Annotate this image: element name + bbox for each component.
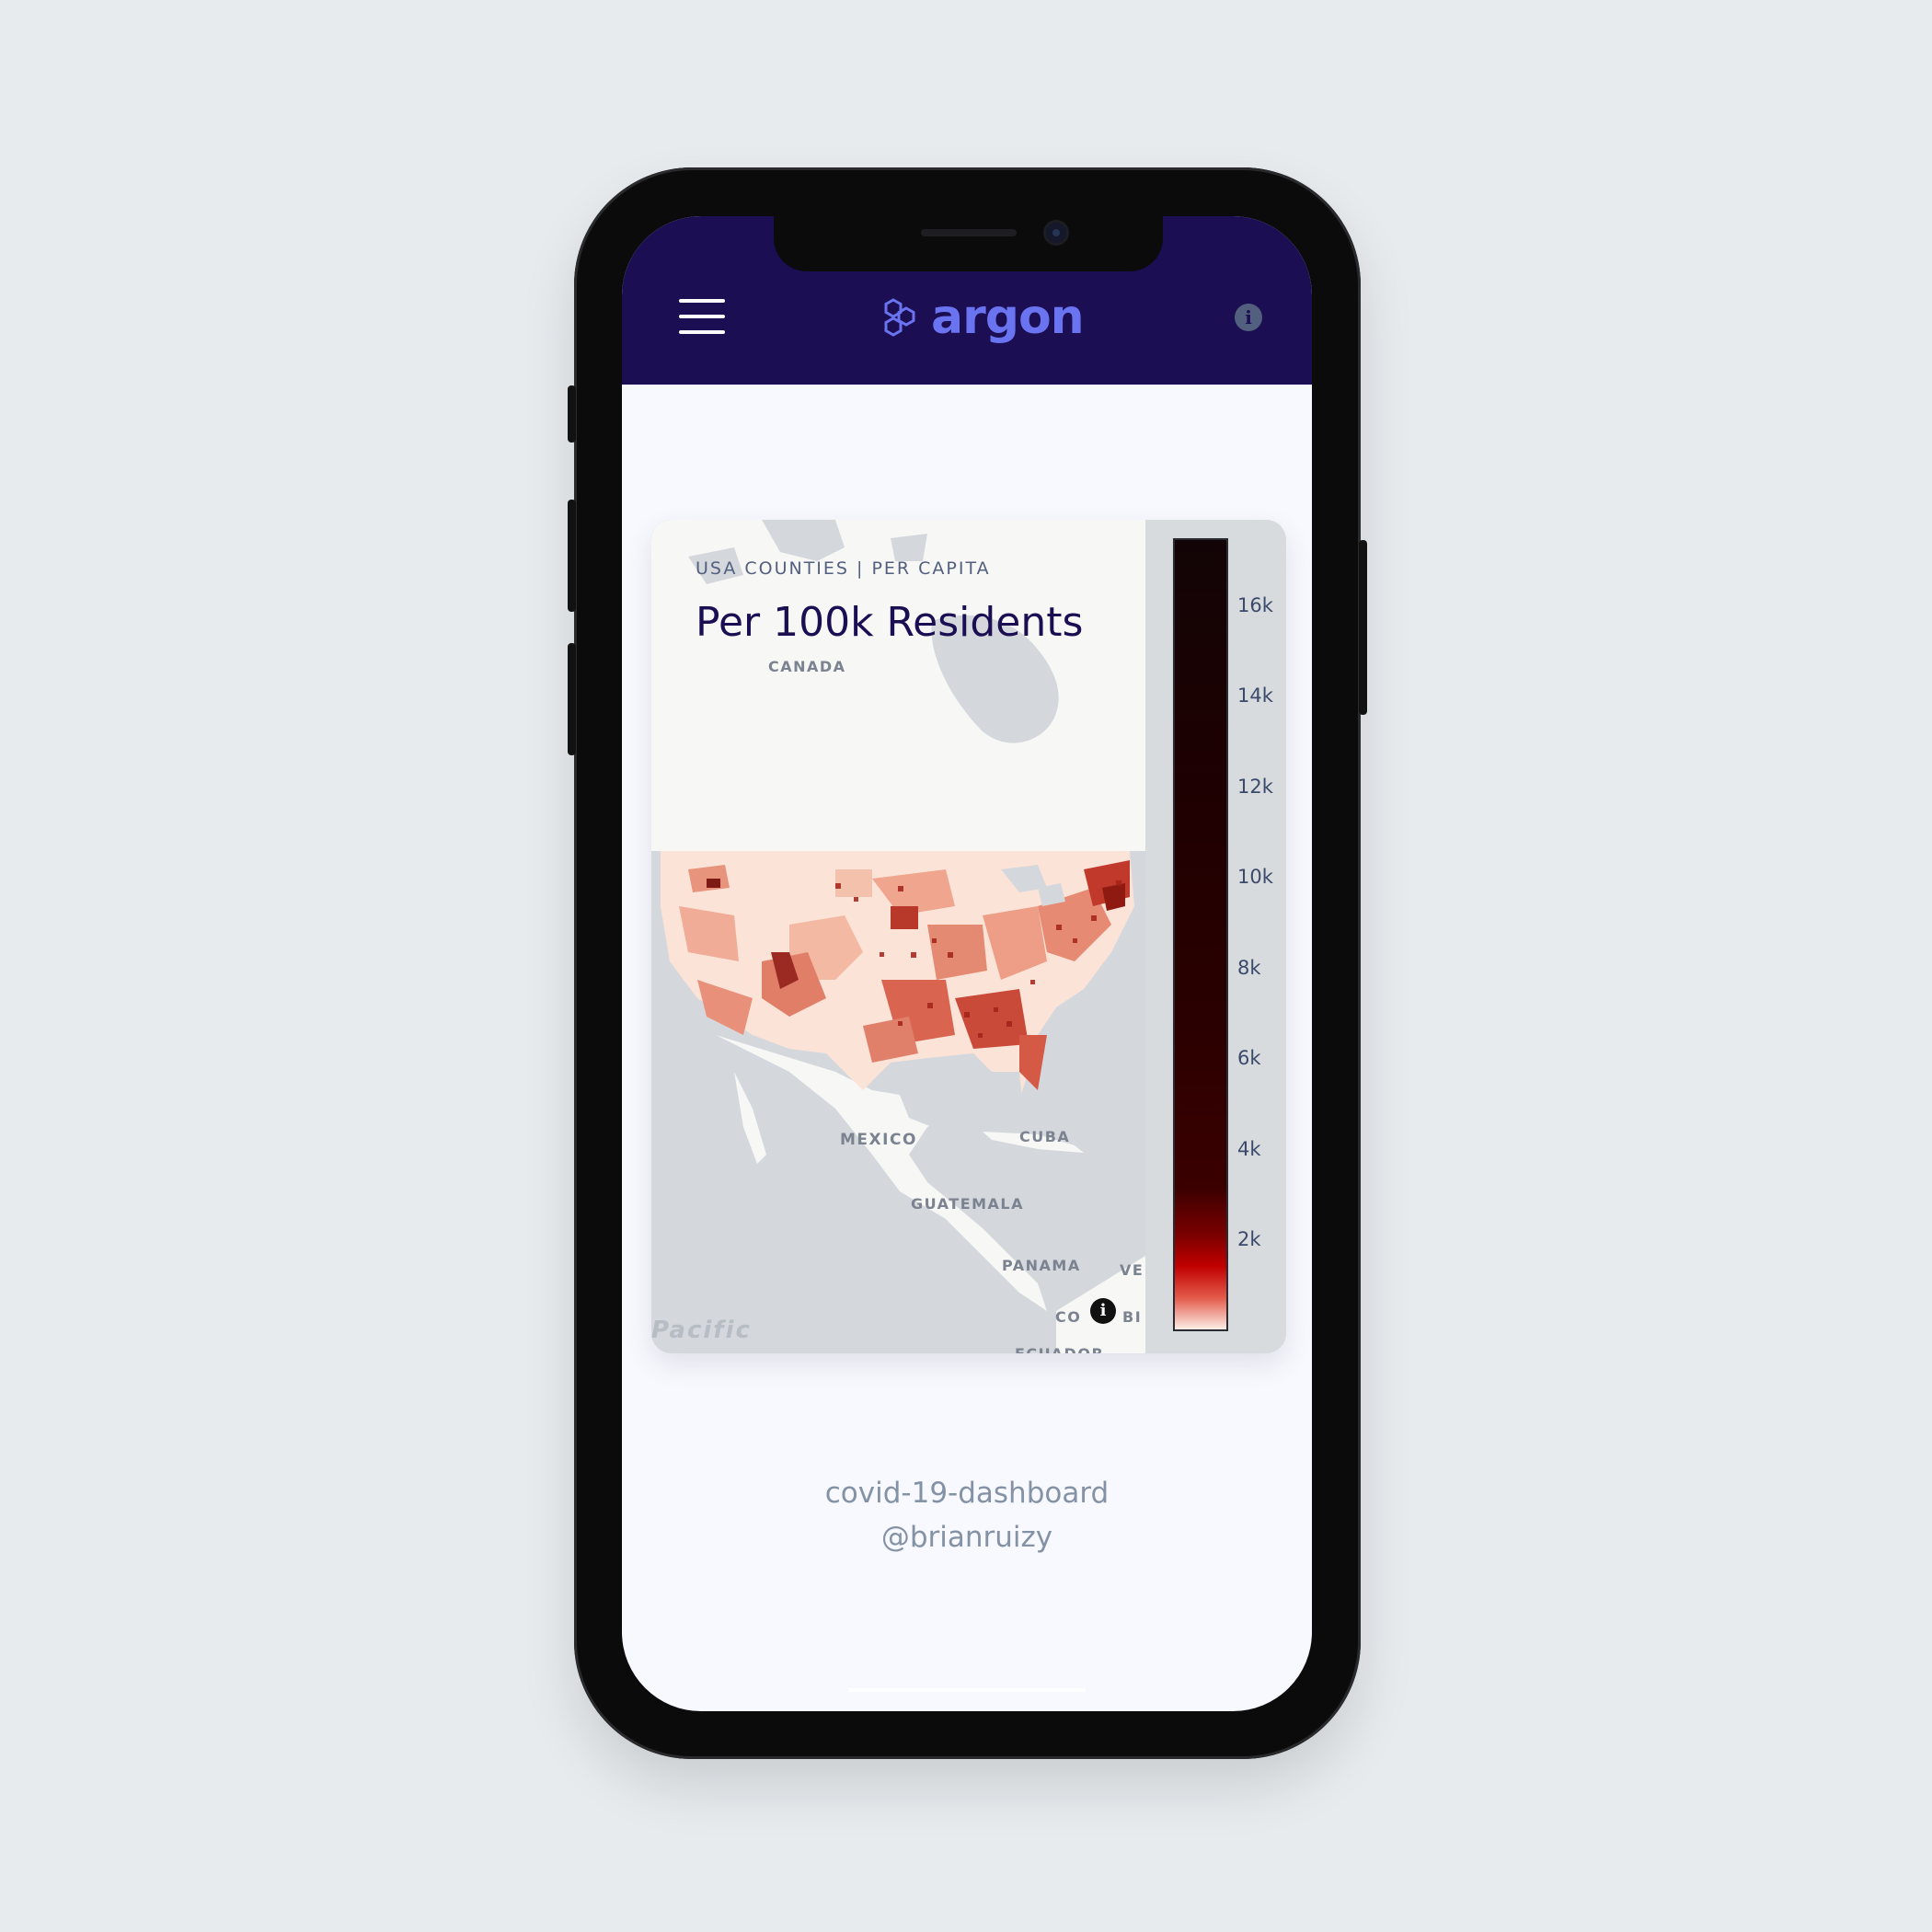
- map-attribution-info-icon[interactable]: i: [1090, 1298, 1116, 1324]
- colorbar-tick-label: 10k: [1237, 866, 1273, 889]
- colorbar: [1173, 538, 1228, 1331]
- colorbar-tick-label: 16k: [1237, 593, 1273, 616]
- power-button: [1359, 540, 1367, 715]
- colorbar-tick-label: 4k: [1237, 1137, 1261, 1160]
- colorbar-tick-label: 12k: [1237, 775, 1273, 798]
- volume-down-button: [568, 643, 576, 755]
- mute-switch: [568, 385, 576, 443]
- geo-label-colombia-right: BI: [1122, 1308, 1143, 1326]
- volume-up-button: [568, 500, 576, 612]
- geo-label-venezuela: VE: [1120, 1261, 1144, 1279]
- map-subtitle: USA COUNTIES | PER CAPITA: [696, 558, 991, 579]
- phone-screen: argon i USA COUNTIES | PER CAPITA Per 10…: [622, 216, 1312, 1711]
- geo-label-pacific: Pacific: [651, 1317, 752, 1344]
- geo-label-panama: PANAMA: [1002, 1257, 1081, 1274]
- geo-label-mexico: MEXICO: [840, 1131, 917, 1149]
- geo-label-guatemala: GUATEMALA: [911, 1195, 1024, 1213]
- geo-label-cuba: CUBA: [1019, 1128, 1071, 1145]
- hexagons-logo-icon: [884, 298, 915, 337]
- phone-notch: [774, 216, 1163, 271]
- geo-label-canada: CANADA: [768, 658, 846, 675]
- speaker-grille: [921, 229, 1017, 236]
- hamburger-menu-icon[interactable]: [679, 299, 725, 336]
- colorbar-tick-label: 6k: [1237, 1047, 1261, 1070]
- home-indicator: [848, 1688, 1086, 1692]
- colorbar-panel: 2k 4k 6k 8k 10k 12k 14k 16k: [1145, 520, 1286, 1353]
- geo-label-ecuador: ECUADOR: [1015, 1345, 1104, 1353]
- brand-logo[interactable]: argon: [881, 290, 1085, 345]
- map-card: USA COUNTIES | PER CAPITA Per 100k Resid…: [651, 520, 1286, 1353]
- brand-name: argon: [931, 290, 1085, 345]
- front-camera: [1046, 223, 1066, 243]
- colorbar-tick-label: 14k: [1237, 684, 1273, 707]
- geo-label-colombia: CO: [1055, 1308, 1082, 1326]
- info-circle-icon[interactable]: i: [1235, 304, 1262, 331]
- colorbar-tick-label: 8k: [1237, 956, 1261, 979]
- footer-author: @brianruizy: [880, 1521, 1053, 1554]
- map-title: Per 100k Residents: [696, 599, 1084, 646]
- footer-project-name: covid-19-dashboard: [824, 1477, 1110, 1510]
- colorbar-tick-label: 2k: [1237, 1228, 1261, 1251]
